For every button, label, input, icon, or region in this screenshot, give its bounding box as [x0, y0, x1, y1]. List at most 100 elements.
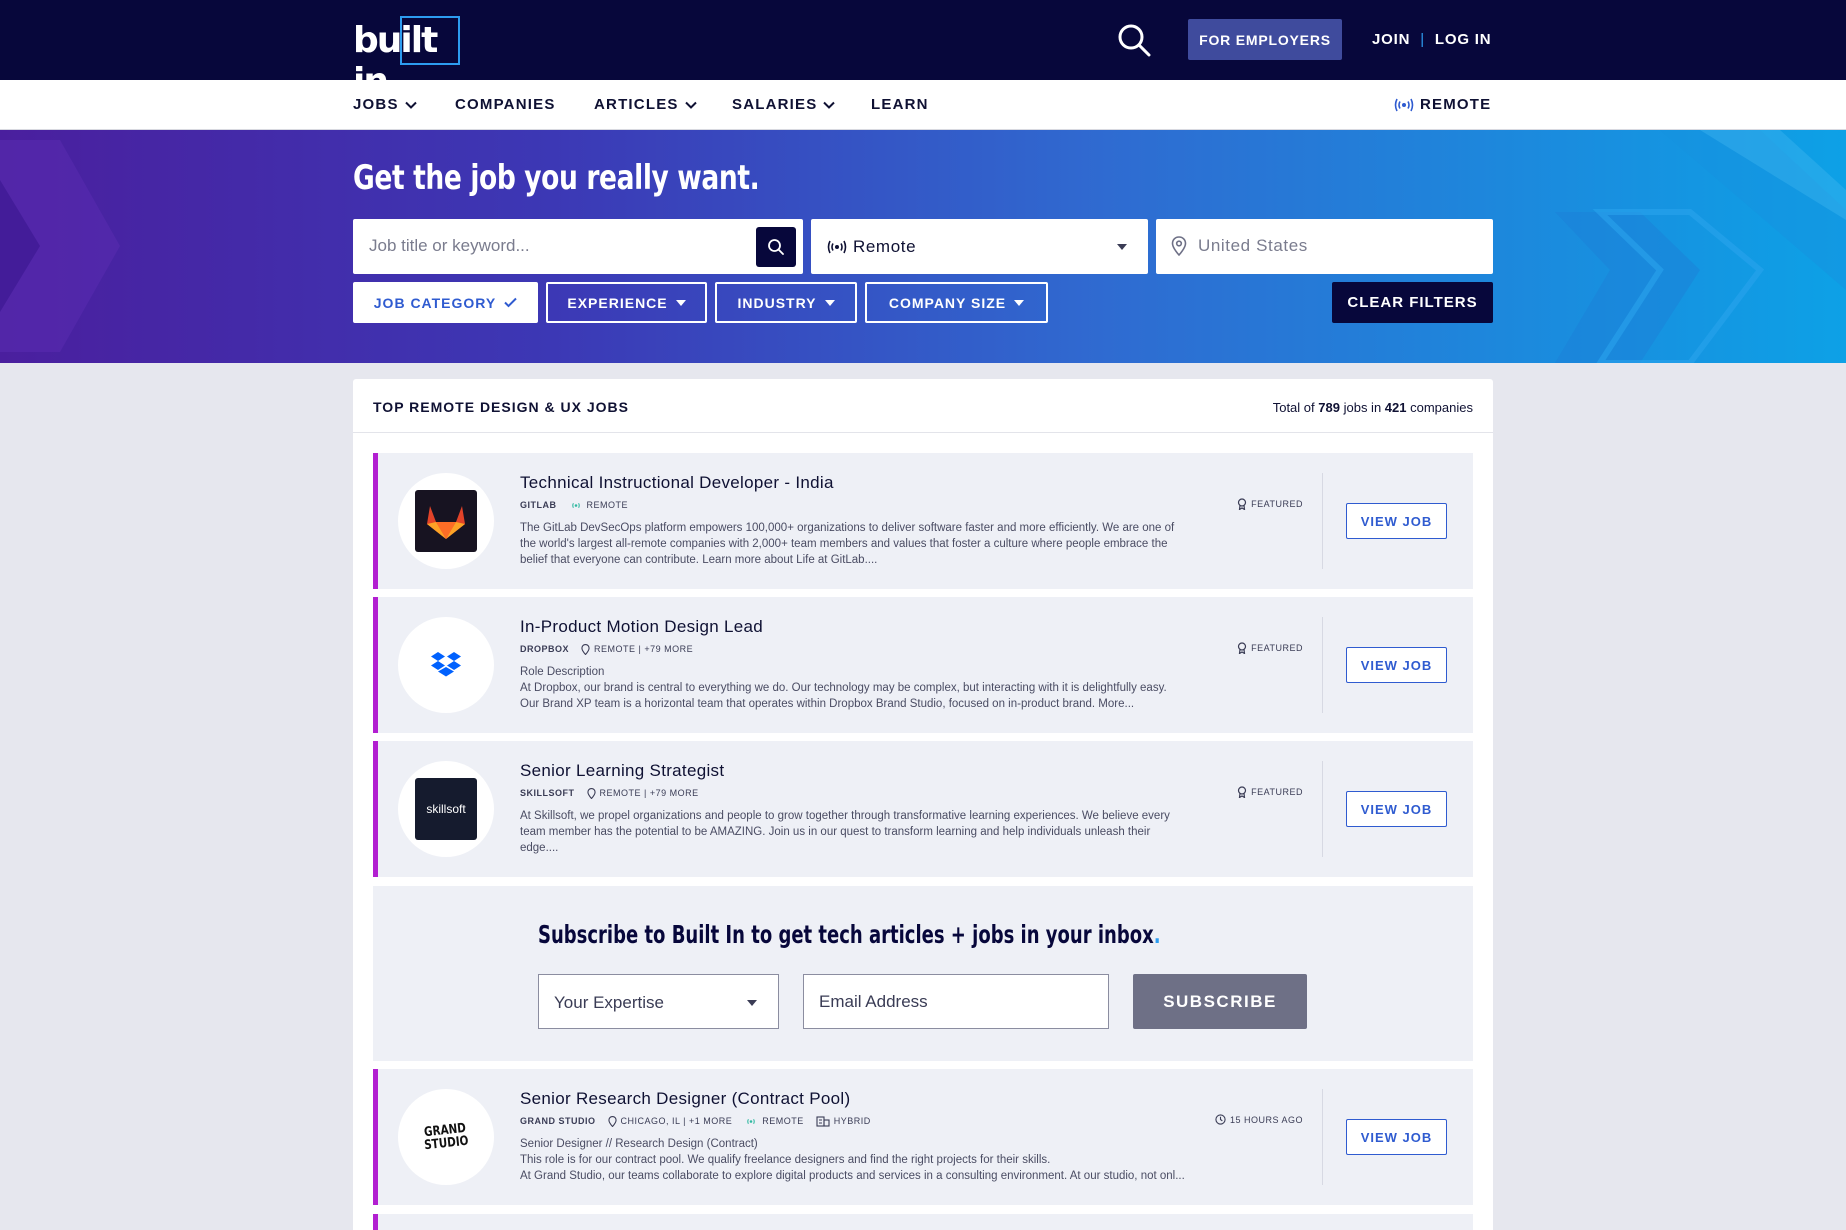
nav-articles[interactable]: ARTICLES: [594, 96, 697, 113]
job-title[interactable]: Senior Learning Strategist: [520, 761, 724, 781]
logo-frame: [400, 16, 460, 65]
caret-down-icon: [1014, 299, 1025, 306]
nav-learn[interactable]: LEARN: [871, 96, 929, 113]
remote-label: REMOTE: [586, 500, 629, 510]
remote-signal-icon: [1394, 98, 1414, 111]
company-name[interactable]: DROPBOX: [520, 644, 569, 654]
location-pin-icon: [607, 1115, 617, 1127]
total-companies-count: 421: [1384, 400, 1407, 415]
view-job-button[interactable]: VIEW JOB: [1346, 647, 1447, 683]
newsletter-subscribe: Subscribe to Built In to get tech articl…: [373, 886, 1473, 1061]
builtin-logo[interactable]: built in: [353, 16, 463, 102]
view-job-button[interactable]: VIEW JOB: [1346, 1119, 1447, 1155]
job-card[interactable]: GRAND STUDIO Senior Research Designer (C…: [373, 1069, 1473, 1205]
desc-line: Role Description: [520, 666, 605, 678]
company-name[interactable]: GITLAB: [520, 500, 557, 510]
featured-badge: FEATURED: [1237, 498, 1303, 510]
top-header: built in FOR EMPLOYERS JOIN | LOG IN: [0, 0, 1846, 102]
desc-line: At Dropbox, our brand is central to ever…: [520, 682, 1167, 694]
company-logo-gitlab[interactable]: [398, 473, 494, 569]
skillsoft-logo-text: skillsoft: [426, 802, 466, 816]
job-card[interactable]: Technical Instructional Developer - Indi…: [373, 453, 1473, 589]
nav-salaries[interactable]: SALARIES: [732, 96, 836, 113]
hybrid-meta: HYBRID: [816, 1115, 871, 1127]
total-mid: jobs in: [1343, 400, 1382, 415]
login-link[interactable]: LOG IN: [1435, 31, 1491, 48]
keyword-input[interactable]: [369, 231, 749, 261]
join-link[interactable]: JOIN: [1372, 31, 1410, 48]
company-name[interactable]: GRAND STUDIO: [520, 1116, 596, 1126]
nav-jobs[interactable]: JOBS: [353, 96, 417, 113]
subscribe-button[interactable]: SUBSCRIBE: [1133, 974, 1307, 1029]
location-label: REMOTE | +79 MORE: [594, 644, 694, 654]
remote-select[interactable]: Remote: [811, 219, 1148, 274]
job-card[interactable]: skillsoft Senior Learning Strategist SKI…: [373, 741, 1473, 877]
experience-label: EXPERIENCE: [567, 294, 668, 311]
nav-remote-label: REMOTE: [1420, 96, 1492, 113]
nav-companies-label: COMPANIES: [455, 96, 556, 113]
logo-line: STUDIO: [423, 1133, 470, 1154]
job-title[interactable]: Technical Instructional Developer - Indi…: [520, 473, 834, 493]
experience-filter[interactable]: EXPERIENCE: [546, 282, 707, 323]
nav-companies[interactable]: COMPANIES: [455, 96, 556, 113]
job-category-filter[interactable]: JOB CATEGORY: [353, 282, 538, 323]
job-meta: GRAND STUDIO CHICAGO, IL | +1 MORE REMOT…: [520, 1114, 871, 1128]
caret-down-icon: [675, 299, 686, 306]
nav-remote[interactable]: REMOTE: [1394, 96, 1491, 113]
auth-separator: |: [1420, 30, 1425, 48]
featured-badge: FEATURED: [1237, 642, 1303, 654]
nav-salaries-label: SALARIES: [732, 96, 818, 113]
industry-label: INDUSTRY: [737, 294, 817, 311]
location-box: [1156, 219, 1493, 274]
nav-learn-label: LEARN: [871, 96, 929, 113]
remote-meta: REMOTE: [569, 500, 629, 510]
company-logo-dropbox[interactable]: [398, 617, 494, 713]
keyword-search-button[interactable]: [756, 227, 796, 267]
posted-time-label: 15 HOURS AGO: [1229, 1114, 1303, 1125]
desc-line: belief that everyone can contribute. Lea…: [520, 554, 878, 566]
job-title[interactable]: In-Product Motion Design Lead: [520, 617, 763, 637]
email-field: [803, 974, 1109, 1029]
company-logo-grand-studio[interactable]: GRAND STUDIO: [398, 1089, 494, 1185]
hero-search-banner: Get the job you really want. Remote JOB …: [0, 130, 1846, 363]
job-description: Senior Designer // Research Design (Cont…: [520, 1136, 1310, 1184]
clear-filters-button[interactable]: CLEAR FILTERS: [1332, 282, 1493, 323]
remote-signal-icon: [747, 1118, 756, 1124]
job-card[interactable]: In-Product Motion Design Lead DROPBOX RE…: [373, 597, 1473, 733]
nav-jobs-label: JOBS: [353, 96, 399, 113]
company-logo-skillsoft[interactable]: skillsoft: [398, 761, 494, 857]
company-name[interactable]: SKILLSOFT: [520, 788, 575, 798]
subscribe-title: Subscribe to Built In to get tech articl…: [538, 920, 1161, 949]
search-icon[interactable]: [1116, 22, 1152, 58]
expertise-select[interactable]: Your Expertise: [538, 974, 779, 1029]
for-employers-button[interactable]: FOR EMPLOYERS: [1188, 19, 1342, 60]
location-label: CHICAGO, IL | +1 MORE: [620, 1116, 733, 1126]
desc-line: team member has the potential to be AMAZ…: [520, 826, 1151, 838]
grand-studio-logo-icon: GRAND STUDIO: [423, 1121, 470, 1154]
company-size-filter[interactable]: COMPANY SIZE: [865, 282, 1048, 323]
caret-down-icon: [1117, 244, 1127, 250]
featured-label: FEATURED: [1251, 643, 1303, 653]
chevron-down-icon: [684, 101, 697, 109]
view-job-button[interactable]: VIEW JOB: [1346, 791, 1447, 827]
job-title[interactable]: Senior Research Designer (Contract Pool): [520, 1089, 850, 1109]
view-job-button[interactable]: VIEW JOB: [1346, 503, 1447, 539]
hero-title: Get the job you really want.: [353, 158, 760, 198]
total-suffix: companies: [1410, 400, 1473, 415]
desc-line: This role is for our contract pool. We q…: [520, 1154, 1051, 1166]
keyword-search-box: [353, 219, 803, 274]
location-pin-icon: [1171, 236, 1187, 256]
featured-label: FEATURED: [1251, 787, 1303, 797]
subscribe-title-text: Subscribe to Built In to get tech articl…: [538, 920, 1154, 949]
total-jobs-count: 789: [1318, 400, 1340, 415]
chevron-down-icon: [404, 101, 417, 109]
industry-filter[interactable]: INDUSTRY: [715, 282, 857, 323]
job-description: At Skillsoft, we propel organizations an…: [520, 808, 1310, 856]
remote-meta: REMOTE: [744, 1116, 804, 1126]
location-input[interactable]: [1198, 231, 1478, 261]
job-card-partial[interactable]: [373, 1214, 1473, 1230]
remote-select-value: Remote: [853, 237, 917, 256]
auth-links: JOIN | LOG IN: [1372, 28, 1491, 50]
location-pin-icon: [586, 787, 596, 799]
email-input[interactable]: [819, 987, 1089, 1017]
